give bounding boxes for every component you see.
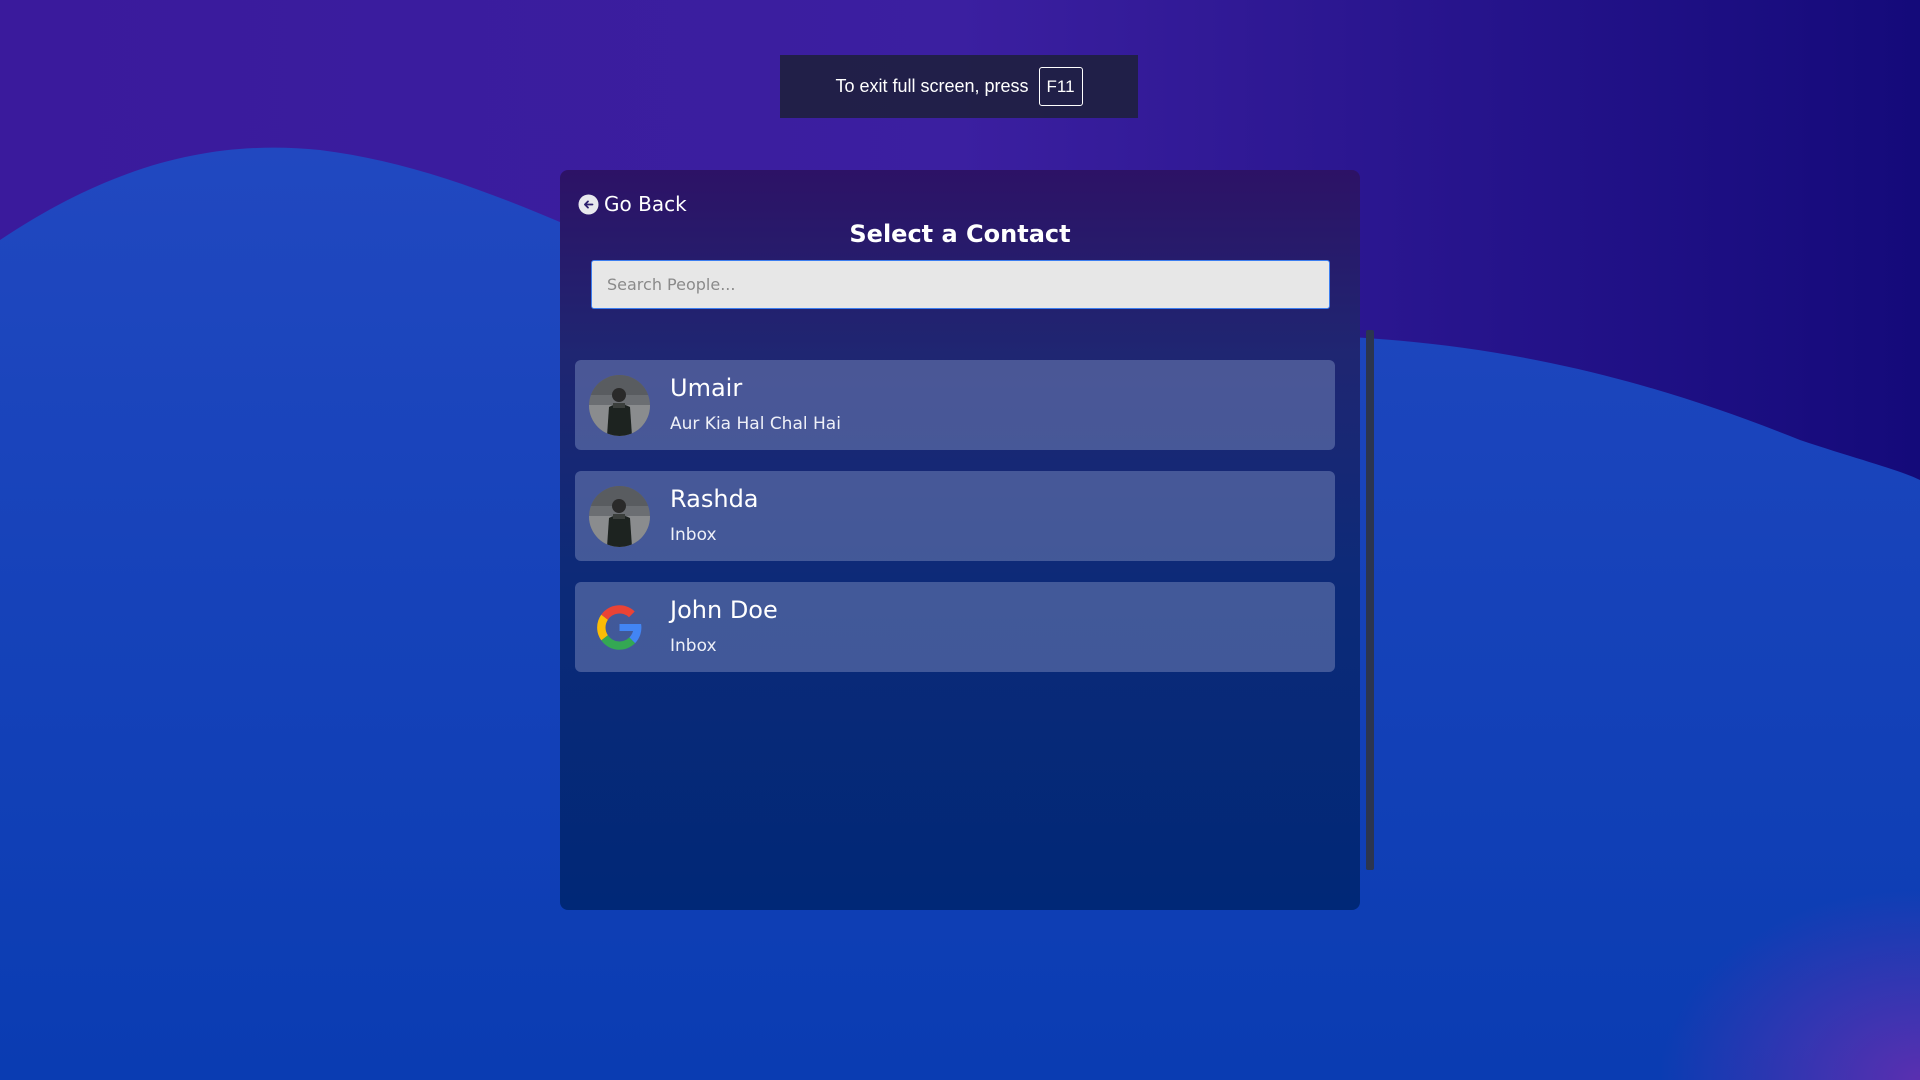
panel-scrollbar[interactable] xyxy=(1366,330,1374,870)
contact-last-message: Inbox xyxy=(670,636,717,656)
contact-item-umair[interactable]: Umair Aur Kia Hal Chal Hai xyxy=(575,360,1335,450)
go-back-label: Go Back xyxy=(604,192,687,216)
contact-last-message: Aur Kia Hal Chal Hai xyxy=(670,414,841,434)
contact-last-message: Inbox xyxy=(670,525,717,545)
contact-name: John Doe xyxy=(670,596,778,624)
contact-name: Rashda xyxy=(670,485,759,513)
contact-avatar xyxy=(589,486,650,547)
contact-avatar xyxy=(589,375,650,436)
arrow-left-circle-icon xyxy=(578,194,599,215)
search-people-input[interactable] xyxy=(591,260,1330,309)
fullscreen-exit-notice: To exit full screen, press F11 xyxy=(780,55,1138,118)
contact-item-rashda[interactable]: Rashda Inbox xyxy=(575,471,1335,561)
contact-picker-panel: Go Back Select a Contact Umair Aur Kia H… xyxy=(560,170,1360,910)
fullscreen-notice-text: To exit full screen, press xyxy=(835,76,1029,96)
contact-list: Umair Aur Kia Hal Chal Hai Rashda Inbox xyxy=(575,360,1335,693)
contact-item-john-doe[interactable]: John Doe Inbox xyxy=(575,582,1335,672)
page-title: Select a Contact xyxy=(849,220,1071,248)
f11-key-badge: F11 xyxy=(1038,67,1083,106)
google-logo-icon xyxy=(589,597,650,658)
go-back-button[interactable]: Go Back xyxy=(578,192,687,216)
contact-name: Umair xyxy=(670,374,743,402)
